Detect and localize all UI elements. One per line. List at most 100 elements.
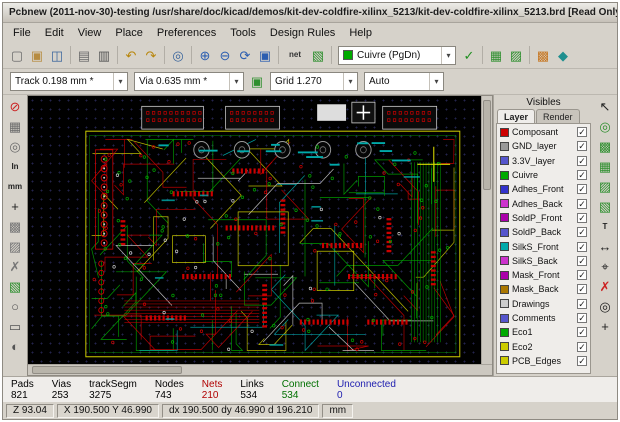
layer-visibility-checkbox[interactable]: ✓ bbox=[577, 184, 587, 195]
layer-row-Mask_Back[interactable]: Mask_Back ✓ bbox=[497, 282, 590, 296]
grid-toggle-icon[interactable]: ▦ bbox=[6, 117, 25, 136]
via-size-select[interactable]: Via 0.635 mm * ▾ bbox=[134, 72, 244, 91]
add-track-icon[interactable]: ▨ bbox=[596, 177, 615, 196]
menu-help[interactable]: Help bbox=[342, 25, 379, 41]
layer-color-swatch[interactable] bbox=[500, 184, 509, 194]
offset-origin-icon[interactable]: ◎ bbox=[596, 297, 615, 316]
layer-row-3.3V_layer[interactable]: 3.3V_layer ✓ bbox=[497, 154, 590, 168]
menu-view[interactable]: View bbox=[71, 25, 109, 41]
cursor-shape-icon[interactable]: + bbox=[6, 197, 25, 216]
drc-icon[interactable]: ▧ bbox=[308, 45, 328, 65]
local-ratsnest-icon[interactable]: ▩ bbox=[596, 137, 615, 156]
add-dimension-icon[interactable]: ↔ bbox=[596, 237, 615, 256]
layer-color-swatch[interactable] bbox=[500, 270, 509, 280]
layer-visibility-checkbox[interactable]: ✓ bbox=[577, 270, 587, 281]
layer-row-Eco1[interactable]: Eco1 ✓ bbox=[497, 325, 590, 339]
layer-visibility-checkbox[interactable]: ✓ bbox=[577, 355, 587, 366]
layer-row-SoldP_Back[interactable]: SoldP_Back ✓ bbox=[497, 225, 590, 239]
layer-color-swatch[interactable] bbox=[500, 156, 509, 166]
page-settings-icon[interactable]: ▤ bbox=[74, 45, 94, 65]
netlist-icon[interactable]: net bbox=[282, 45, 308, 65]
pcb-canvas[interactable] bbox=[28, 96, 481, 364]
units-mm-icon[interactable]: mm bbox=[6, 177, 25, 196]
layer-color-swatch[interactable] bbox=[500, 256, 509, 266]
layer-row-Drawings[interactable]: Drawings ✓ bbox=[497, 297, 590, 311]
add-footprint-icon[interactable]: ▦ bbox=[596, 157, 615, 176]
tab-layer[interactable]: Layer bbox=[497, 109, 536, 123]
add-text-icon[interactable]: T bbox=[596, 217, 615, 236]
grid-select[interactable]: Grid 1.270 ▾ bbox=[270, 72, 358, 91]
layer-color-swatch[interactable] bbox=[500, 141, 509, 151]
horizontal-scrollbar[interactable] bbox=[28, 364, 492, 375]
zoom-select[interactable]: Auto ▾ bbox=[364, 72, 444, 91]
zoom-in-icon[interactable]: ⊕ bbox=[195, 45, 215, 65]
layer-visibility-checkbox[interactable]: ✓ bbox=[577, 313, 587, 323]
module-mode-icon[interactable]: ▦ bbox=[486, 45, 506, 65]
print-icon[interactable]: ▥ bbox=[94, 45, 114, 65]
layer-visibility-checkbox[interactable]: ✓ bbox=[577, 255, 587, 266]
menu-tools[interactable]: Tools bbox=[223, 25, 263, 41]
open-board-icon[interactable]: ▣ bbox=[27, 45, 47, 65]
menu-preferences[interactable]: Preferences bbox=[150, 25, 223, 41]
tracks-sketch-icon[interactable]: ▭ bbox=[6, 317, 25, 336]
layer-row-Comments[interactable]: Comments ✓ bbox=[497, 311, 590, 325]
layer-color-swatch[interactable] bbox=[500, 213, 509, 223]
drc-off-icon[interactable]: ⊘ bbox=[6, 97, 25, 116]
layer-row-SilkS_Back[interactable]: SilkS_Back ✓ bbox=[497, 254, 590, 268]
menu-edit[interactable]: Edit bbox=[38, 25, 71, 41]
layer-visibility-checkbox[interactable]: ✓ bbox=[577, 227, 587, 238]
redo-icon[interactable]: ↷ bbox=[141, 45, 161, 65]
ratsnest-icon[interactable]: ▩ bbox=[6, 217, 25, 236]
layer-row-SoldP_Front[interactable]: SoldP_Front ✓ bbox=[497, 211, 590, 225]
layer-visibility-checkbox[interactable]: ✓ bbox=[577, 198, 587, 209]
layer-color-swatch[interactable] bbox=[500, 170, 509, 180]
pads-sketch-icon[interactable]: ○ bbox=[6, 297, 25, 316]
module-ratsnest-icon[interactable]: ▨ bbox=[6, 237, 25, 256]
horizontal-scrollbar-thumb[interactable] bbox=[32, 366, 182, 374]
layer-visibility-checkbox[interactable]: ✓ bbox=[577, 298, 587, 309]
new-board-icon[interactable]: ▢ bbox=[7, 45, 27, 65]
layer-row-PCB_Edges[interactable]: PCB_Edges ✓ bbox=[497, 354, 590, 368]
layer-visibility-checkbox[interactable]: ✓ bbox=[577, 241, 587, 252]
track-mode-icon[interactable]: ▨ bbox=[506, 45, 526, 65]
apply-layer-icon[interactable]: ✓ bbox=[459, 45, 479, 65]
redraw-view-icon[interactable]: ⟳ bbox=[235, 45, 255, 65]
layer-row-Mask_Front[interactable]: Mask_Front ✓ bbox=[497, 268, 590, 282]
auto-track-width-icon[interactable]: ▣ bbox=[247, 72, 267, 92]
autodel-track-icon[interactable]: ✗ bbox=[6, 257, 25, 276]
menu-place[interactable]: Place bbox=[108, 25, 150, 41]
layer-visibility-checkbox[interactable]: ✓ bbox=[577, 141, 587, 152]
find-icon[interactable]: ◎ bbox=[168, 45, 188, 65]
layer-row-Cuivre[interactable]: Cuivre ✓ bbox=[497, 168, 590, 182]
save-board-icon[interactable]: ◫ bbox=[47, 45, 67, 65]
add-zone-icon[interactable]: ▧ bbox=[596, 197, 615, 216]
zoom-out-icon[interactable]: ⊖ bbox=[215, 45, 235, 65]
layer-visibility-checkbox[interactable]: ✓ bbox=[577, 284, 587, 295]
show-zones-icon[interactable]: ▧ bbox=[6, 277, 25, 296]
layer-color-swatch[interactable] bbox=[500, 127, 509, 137]
track-width-select[interactable]: Track 0.198 mm * ▾ bbox=[10, 72, 128, 91]
layer-visibility-checkbox[interactable]: ✓ bbox=[577, 212, 587, 223]
layer-row-Eco2[interactable]: Eco2 ✓ bbox=[497, 339, 590, 353]
units-inch-icon[interactable]: In bbox=[6, 157, 25, 176]
autoroute-icon[interactable]: ▩ bbox=[533, 45, 553, 65]
select-tool-icon[interactable]: ↖ bbox=[596, 97, 615, 116]
layer-row-GND_layer[interactable]: GND_layer ✓ bbox=[497, 139, 590, 153]
tab-render[interactable]: Render bbox=[536, 109, 580, 123]
layer-color-swatch[interactable] bbox=[500, 284, 509, 294]
zoom-fit-icon[interactable]: ▣ bbox=[255, 45, 275, 65]
window-titlebar[interactable]: Pcbnew (2011-nov-30)-testing /usr/share/… bbox=[3, 3, 617, 23]
vertical-scrollbar-thumb[interactable] bbox=[483, 100, 491, 190]
layer-color-swatch[interactable] bbox=[500, 242, 509, 252]
menu-file[interactable]: File bbox=[6, 25, 38, 41]
menu-design-rules[interactable]: Design Rules bbox=[263, 25, 342, 41]
layer-row-SilkS_Front[interactable]: SilkS_Front ✓ bbox=[497, 239, 590, 253]
layer-color-swatch[interactable] bbox=[500, 356, 509, 366]
layer-visibility-checkbox[interactable]: ✓ bbox=[577, 327, 587, 338]
layer-visibility-checkbox[interactable]: ✓ bbox=[577, 170, 587, 181]
highlight-net-icon[interactable]: ◎ bbox=[596, 117, 615, 136]
layer-row-Composant[interactable]: Composant ✓ bbox=[497, 125, 590, 139]
undo-icon[interactable]: ↶ bbox=[121, 45, 141, 65]
grid-origin-icon[interactable]: + bbox=[596, 317, 615, 336]
layer-color-swatch[interactable] bbox=[500, 199, 509, 209]
